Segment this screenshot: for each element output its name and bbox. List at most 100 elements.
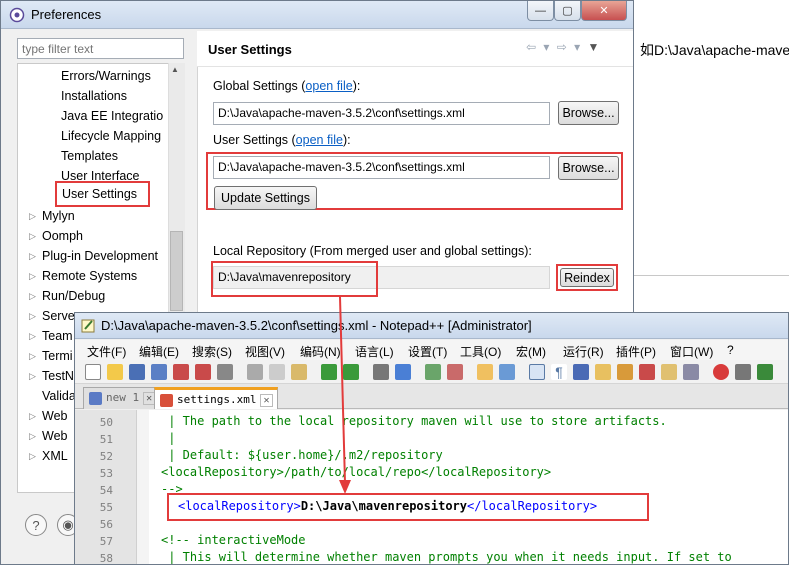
scroll-up-icon[interactable]: ▲ — [171, 65, 179, 74]
tree-scrollbar-thumb[interactable] — [170, 231, 183, 311]
expand-arrow-icon[interactable]: ▷ — [29, 226, 36, 246]
sync-h-icon[interactable] — [499, 364, 515, 380]
menu-tools[interactable]: 工具(O) — [460, 343, 501, 360]
expand-arrow-icon[interactable]: ▷ — [29, 366, 36, 386]
expand-arrow-icon[interactable]: ▷ — [29, 246, 36, 266]
user-browse-button[interactable]: Browse... — [558, 156, 619, 180]
tree-item-installations[interactable]: Installations — [61, 86, 127, 106]
tree-item-oomph[interactable]: ▷ Oomph — [18, 226, 178, 246]
menu-window[interactable]: 窗口(W) — [670, 343, 713, 360]
background-page-text: 如D:\Java\apache-mave — [640, 42, 789, 58]
zoom-out-icon[interactable] — [447, 364, 463, 380]
reindex-highlight: Reindex — [556, 264, 618, 291]
filter-input[interactable] — [17, 38, 184, 59]
undo-icon[interactable] — [321, 364, 337, 380]
indent-guide-icon[interactable] — [573, 364, 589, 380]
menu-edit[interactable]: 编辑(E) — [139, 343, 179, 360]
menu-encoding[interactable]: 编码(N) — [300, 343, 341, 360]
tree-item-remote-systems[interactable]: ▷ Remote Systems — [18, 266, 178, 286]
copy-icon[interactable] — [269, 364, 285, 380]
help-icon[interactable]: ? — [25, 514, 47, 536]
expand-arrow-icon[interactable]: ▷ — [29, 406, 36, 426]
minimize-button[interactable]: — — [527, 1, 554, 21]
tree-item-label: Oomph — [42, 229, 83, 243]
code-line: | — [161, 431, 176, 445]
reindex-button[interactable]: Reindex — [560, 268, 614, 287]
menu-view[interactable]: 视图(V) — [245, 343, 285, 360]
play-macro-icon[interactable] — [757, 364, 773, 380]
find-icon[interactable] — [373, 364, 389, 380]
tree-item-errors-warnings[interactable]: Errors/Warnings — [61, 66, 151, 86]
code-line: | This will determine whether maven prom… — [161, 550, 732, 564]
replace-icon[interactable] — [395, 364, 411, 380]
update-settings-button[interactable]: Update Settings — [214, 186, 317, 210]
expand-arrow-icon[interactable]: ▷ — [29, 446, 36, 466]
save-all-icon[interactable] — [151, 364, 167, 380]
menu-help[interactable]: ? — [727, 343, 734, 357]
expand-arrow-icon[interactable]: ▷ — [29, 426, 36, 446]
maximize-button[interactable]: ▢ — [554, 1, 581, 21]
menu-search[interactable]: 搜索(S) — [192, 343, 232, 360]
close-file-icon[interactable] — [173, 364, 189, 380]
tree-item-plugin-dev[interactable]: ▷ Plug-in Development — [18, 246, 178, 266]
tab-settings-xml[interactable]: settings.xml ✕ — [154, 387, 278, 409]
user-open-file-link[interactable]: open file — [296, 133, 343, 147]
global-open-file-link[interactable]: open file — [305, 79, 352, 93]
tree-item-lifecycle[interactable]: Lifecycle Mapping — [61, 126, 161, 146]
tab-new-1[interactable]: new 1 ✕ — [83, 387, 161, 409]
tree-item-mylyn[interactable]: ▷ Mylyn — [18, 206, 178, 226]
expand-arrow-icon[interactable]: ▷ — [29, 266, 36, 286]
new-file-icon[interactable] — [85, 364, 101, 380]
close-button[interactable]: ✕ — [581, 1, 627, 21]
udl-icon[interactable] — [595, 364, 611, 380]
global-settings-field[interactable]: D:\Java\apache-maven-3.5.2\conf\settings… — [213, 102, 550, 125]
tree-item-label: Java EE Integratio — [61, 109, 164, 123]
print-icon[interactable] — [217, 364, 233, 380]
line-number: 52 — [99, 450, 113, 463]
menu-settings[interactable]: 设置(T) — [408, 343, 447, 360]
global-browse-button[interactable]: Browse... — [558, 101, 619, 125]
expand-arrow-icon[interactable]: ▷ — [29, 286, 36, 306]
save-icon[interactable] — [129, 364, 145, 380]
show-all-chars-icon[interactable]: ¶ — [551, 364, 567, 380]
expand-arrow-icon[interactable]: ▷ — [29, 306, 36, 326]
menu-macro[interactable]: 宏(M) — [516, 343, 546, 360]
line-number: 57 — [99, 535, 113, 548]
expand-arrow-icon[interactable]: ▷ — [29, 326, 36, 346]
tree-item-java-ee[interactable]: Java EE Integratio — [61, 106, 163, 126]
tree-item-run-debug[interactable]: ▷ Run/Debug — [18, 286, 178, 306]
sync-v-icon[interactable] — [477, 364, 493, 380]
doc-map-icon[interactable] — [617, 364, 633, 380]
user-settings-suffix: ): — [342, 133, 351, 147]
word-wrap-icon[interactable] — [529, 364, 545, 380]
tree-item-templates[interactable]: Templates — [61, 146, 118, 166]
back-arrow-icon[interactable]: ⇦ ▾ — [526, 40, 551, 54]
function-list-icon[interactable] — [639, 364, 655, 380]
monitoring-icon[interactable] — [683, 364, 699, 380]
open-folder-icon[interactable] — [107, 364, 123, 380]
paste-icon[interactable] — [291, 364, 307, 380]
zoom-in-icon[interactable] — [425, 364, 441, 380]
tree-item-label: User Settings — [62, 187, 138, 201]
forward-arrow-icon[interactable]: ⇨ ▾ — [557, 40, 582, 54]
user-settings-field[interactable]: D:\Java\apache-maven-3.5.2\conf\settings… — [213, 156, 550, 179]
menu-language[interactable]: 语言(L) — [355, 343, 394, 360]
record-macro-icon[interactable] — [713, 364, 729, 380]
xml-value: D:\Java\mavenrepository — [300, 499, 467, 513]
line-number: 56 — [99, 518, 113, 531]
tree-item-user-settings[interactable]: User Settings — [55, 181, 150, 207]
notepad-titlebar: D:\Java\apache-maven-3.5.2\conf\settings… — [75, 313, 788, 339]
menu-file[interactable]: 文件(F) — [87, 343, 126, 360]
close-all-icon[interactable] — [195, 364, 211, 380]
stop-macro-icon[interactable] — [735, 364, 751, 380]
menu-plugins[interactable]: 插件(P) — [616, 343, 656, 360]
expand-arrow-icon[interactable]: ▷ — [29, 206, 36, 226]
xml-close-tag: </localRepository> — [467, 499, 598, 513]
menu-run[interactable]: 运行(R) — [563, 343, 604, 360]
tab-close-icon[interactable]: ✕ — [260, 394, 273, 407]
view-menu-icon[interactable]: ▼ — [588, 40, 602, 54]
expand-arrow-icon[interactable]: ▷ — [29, 346, 36, 366]
folder-workspace-icon[interactable] — [661, 364, 677, 380]
redo-icon[interactable] — [343, 364, 359, 380]
cut-icon[interactable] — [247, 364, 263, 380]
